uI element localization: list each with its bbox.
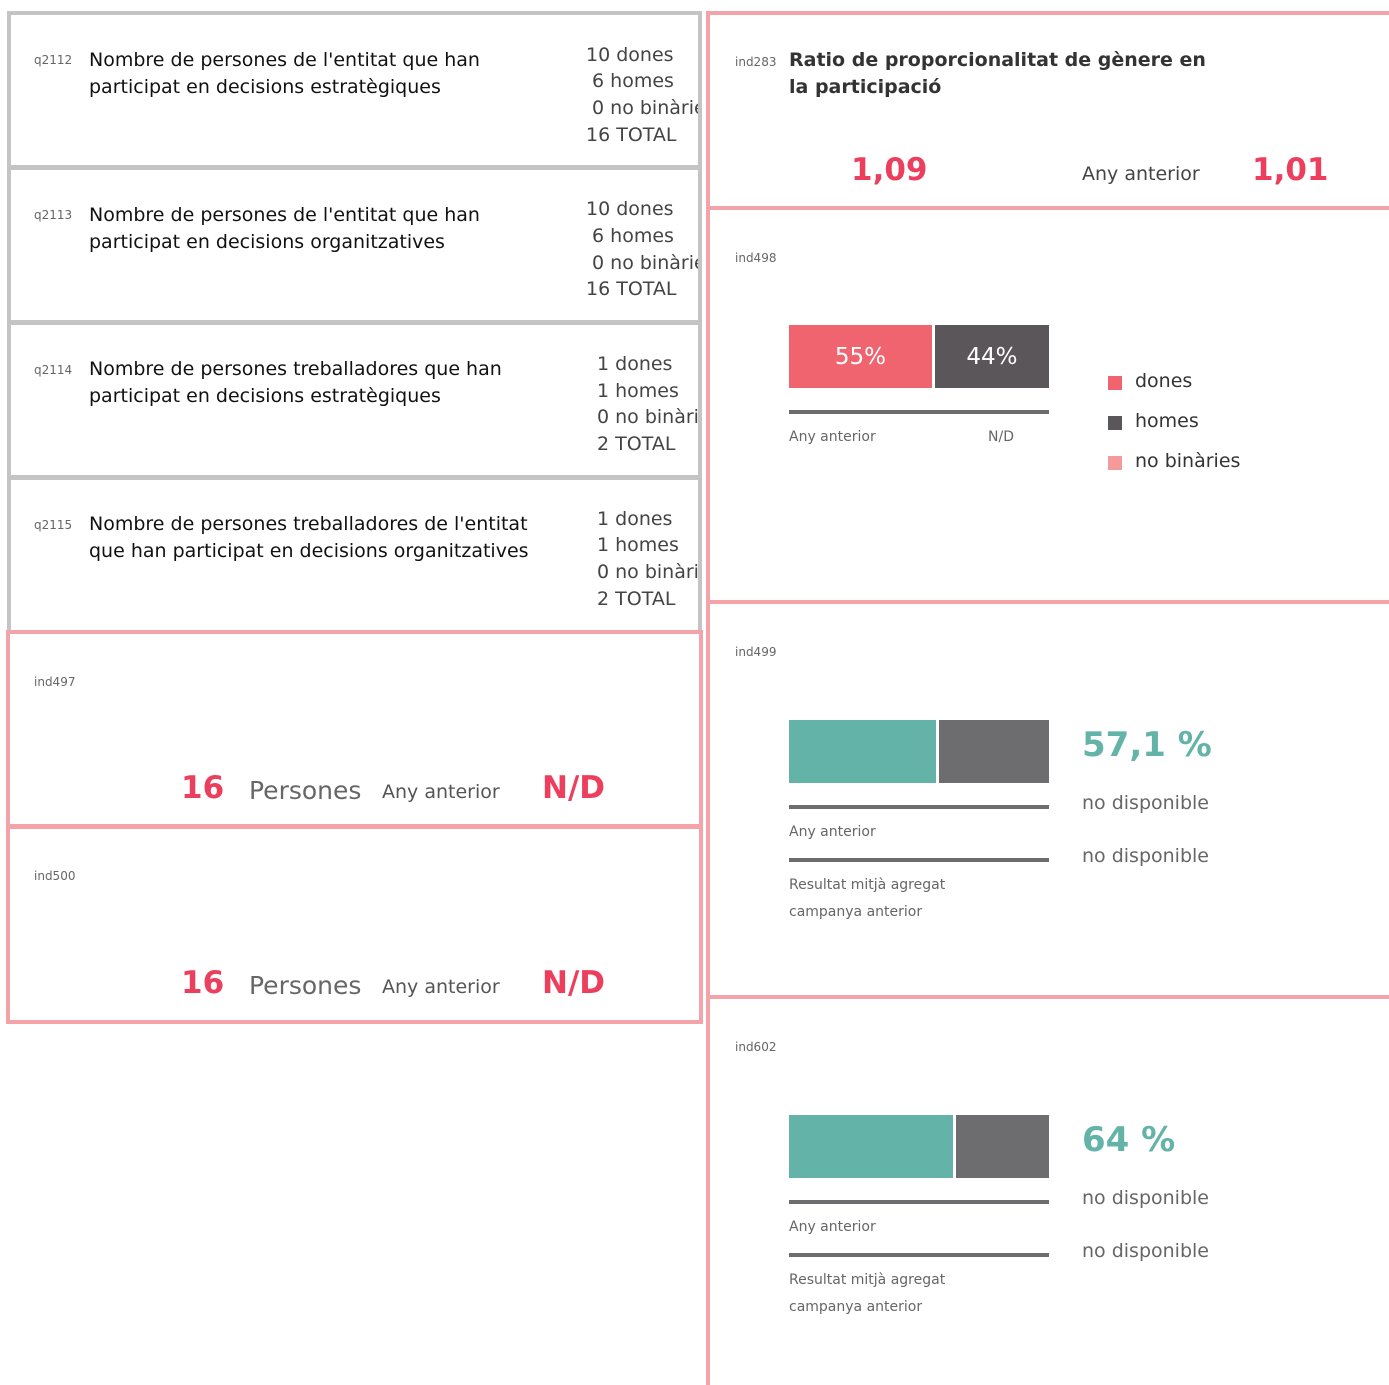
previous-year-label: Any anterior [382,976,500,998]
indicator-percentage: 57,1 % [1082,725,1212,765]
right-column-divider [706,11,710,1385]
count-total: 2 TOTAL [597,588,676,610]
percentage-bar [789,1115,1049,1178]
question-text: Nombre de persones treballadores que han… [89,358,502,407]
indicator-unit: Persones [249,776,362,805]
legend-swatch-nonbinary [1108,456,1122,470]
count-total: 2 TOTAL [597,433,676,455]
indicator-code: ind602 [735,1040,777,1054]
previous-year-label: Any anterior [1082,163,1200,185]
average-line [789,858,1049,862]
count-women: 1 dones [597,353,673,375]
divider-ind499 [706,995,1389,999]
gender-bar: 55% 44% [789,325,1049,388]
previous-year-label: Any anterior [789,824,876,840]
previous-year-value: N/D [542,770,605,806]
bar-segment-women: 55% [789,325,932,388]
count-men: 1 homes [597,380,679,402]
indicator-code: ind499 [735,645,777,659]
indicator-code: ind500 [34,869,76,883]
divider-top [706,11,1389,15]
count-total: 16 TOTAL [586,278,677,300]
average-line [789,1253,1049,1257]
average-label: Resultat mitjà agregat [789,1272,946,1288]
bar-segment-men: 44% [934,325,1049,388]
indicator-percentage: 64 % [1082,1120,1176,1160]
indicator-code: ind498 [735,251,777,265]
average-label: Resultat mitjà agregat [789,877,946,893]
indicator-value: 1,09 [851,152,928,188]
count-nonbinary: 0 no binàries [592,97,698,119]
average-label-2: campanya anterior [789,1299,923,1315]
bar-remainder [938,720,1049,783]
previous-year-line [789,1200,1049,1204]
count-nonbinary: 0 no binàries [597,561,698,583]
previous-year-line [789,805,1049,809]
previous-year-value: N/D [988,429,1014,445]
percentage-bar [789,720,1049,783]
average-label-2: campanya anterior [789,904,923,920]
indicator-value: 16 [181,770,225,806]
count-nonbinary: 0 no binàries [592,252,698,274]
previous-year-value: N/D [542,965,605,1001]
question-code: q2115 [34,518,73,532]
legend-swatch-women [1108,376,1122,390]
indicator-value: 16 [181,965,225,1001]
indicator-code: ind497 [34,675,76,689]
question-text: Nombre de persones de l'entitat que han … [89,49,480,98]
divider-ind283 [706,206,1389,210]
legend-label-men: homes [1135,410,1199,432]
previous-year-line [789,410,1049,414]
indicator-code: ind283 [735,55,777,69]
previous-year-value: no disponible [1082,792,1209,814]
legend-label-nonbinary: no binàries [1135,450,1241,472]
previous-year-label: Any anterior [382,781,500,803]
count-total: 16 TOTAL [586,124,677,146]
bar-fill [789,1115,954,1178]
previous-year-label: Any anterior [789,1219,876,1235]
question-code: q2113 [34,208,73,222]
bar-fill [789,720,936,783]
previous-year-label: Any anterior [789,429,876,445]
count-women: 1 dones [597,508,673,530]
bar-segment-label: 55% [834,343,886,370]
count-nonbinary: 0 no binàries [597,406,698,428]
count-men: 6 homes [586,70,674,92]
legend-swatch-men [1108,416,1122,430]
question-code: q2114 [34,363,73,377]
count-men: 1 homes [597,534,679,556]
count-women: 10 dones [586,198,674,220]
average-value: no disponible [1082,845,1209,867]
bar-segment-label: 44% [966,343,1018,370]
count-men: 6 homes [586,225,674,247]
legend-label-women: dones [1135,370,1193,392]
indicator-title: Ratio de proporcionalitat de gènere en l… [789,49,1206,98]
indicator-unit: Persones [249,971,362,1000]
divider-ind498 [706,600,1389,604]
question-text: Nombre de persones treballadores de l'en… [89,513,529,562]
average-value: no disponible [1082,1240,1209,1262]
question-text: Nombre de persones de l'entitat que han … [89,204,480,253]
bar-remainder [956,1115,1049,1178]
count-women: 10 dones [586,44,674,66]
question-code: q2112 [34,53,73,67]
previous-year-value: 1,01 [1252,152,1329,188]
previous-year-value: no disponible [1082,1187,1209,1209]
